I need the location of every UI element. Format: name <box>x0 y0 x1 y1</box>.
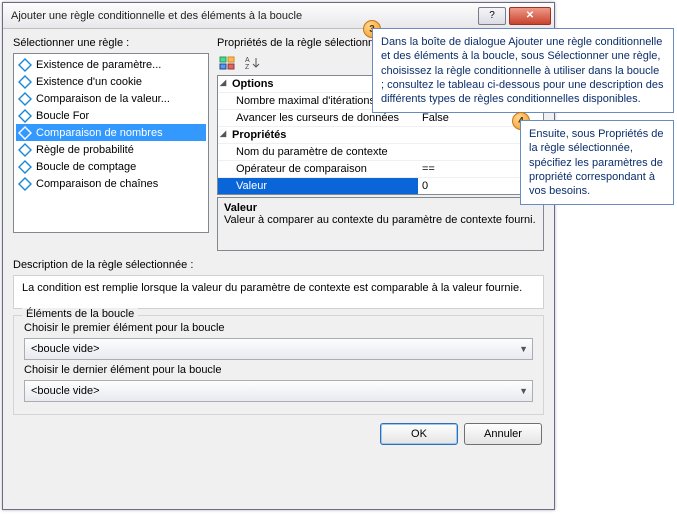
dialog-buttons: OK Annuler <box>13 423 544 445</box>
loop-items-legend: Éléments de la boucle <box>22 308 138 320</box>
first-item-label: Choisir le premier élément pour la boucl… <box>24 322 533 334</box>
condition-icon <box>18 92 32 106</box>
property-description-pane: Valeur Valeur à comparer au contexte du … <box>217 197 544 251</box>
condition-icon <box>18 126 32 140</box>
condition-icon <box>18 75 32 89</box>
window-title: Ajouter une règle conditionnelle et des … <box>11 10 478 22</box>
callout-4: Ensuite, sous Propriétés de la règle sél… <box>520 120 674 205</box>
alphabetical-button[interactable]: AZ <box>243 54 263 72</box>
list-item[interactable]: Existence d'un cookie <box>16 73 206 90</box>
first-item-combo[interactable]: <boucle vide> ▼ <box>24 338 533 360</box>
loop-items-group: Éléments de la boucle Choisir le premier… <box>13 315 544 415</box>
sort-az-icon: AZ <box>245 56 261 70</box>
condition-icon <box>18 160 32 174</box>
close-button[interactable]: ✕ <box>509 7 551 25</box>
chevron-down-icon: ▼ <box>519 344 528 354</box>
condition-icon <box>18 109 32 123</box>
prop-name[interactable]: Opérateur de comparaison <box>218 161 418 177</box>
rule-description-box: La condition est remplie lorsque la vale… <box>13 275 544 309</box>
categorized-icon <box>219 56 235 70</box>
prop-name[interactable]: Nom du paramètre de contexte <box>218 144 418 160</box>
list-item[interactable]: Existence de paramètre... <box>16 56 206 73</box>
categorized-button[interactable] <box>217 54 237 72</box>
rule-description-label: Description de la règle sélectionnée : <box>13 259 544 271</box>
list-item[interactable]: Règle de probabilité <box>16 141 206 158</box>
condition-icon <box>18 143 32 157</box>
callout-3: Dans la boîte de dialogue Ajouter une rè… <box>372 28 674 113</box>
propdesc-text: Valeur à comparer au contexte du paramèt… <box>224 214 537 226</box>
list-item[interactable]: Comparaison de nombres <box>16 124 206 141</box>
svg-text:Z: Z <box>245 64 250 70</box>
list-item[interactable]: Comparaison de chaînes <box>16 175 206 192</box>
help-button[interactable]: ? <box>478 7 506 25</box>
svg-text:A: A <box>245 57 250 64</box>
list-item[interactable]: Boucle de comptage <box>16 158 206 175</box>
propdesc-title: Valeur <box>224 202 537 214</box>
cancel-button[interactable]: Annuler <box>464 423 542 445</box>
rules-listbox[interactable]: Existence de paramètre... Existence d'un… <box>13 53 209 233</box>
ok-button[interactable]: OK <box>380 423 458 445</box>
titlebar: Ajouter une règle conditionnelle et des … <box>3 3 554 29</box>
list-item[interactable]: Comparaison de la valeur... <box>16 90 206 107</box>
prop-category[interactable]: Propriétés <box>218 127 290 143</box>
condition-icon <box>18 177 32 191</box>
condition-icon <box>18 58 32 72</box>
select-rule-label: Sélectionner une règle : <box>13 37 209 49</box>
last-item-combo[interactable]: <boucle vide> ▼ <box>24 380 533 402</box>
chevron-down-icon: ▼ <box>519 386 528 396</box>
prop-category[interactable]: Options <box>218 76 278 92</box>
list-item[interactable]: Boucle For <box>16 107 206 124</box>
prop-name[interactable]: Valeur <box>218 178 418 194</box>
last-item-label: Choisir le dernier élément pour la boucl… <box>24 364 533 376</box>
